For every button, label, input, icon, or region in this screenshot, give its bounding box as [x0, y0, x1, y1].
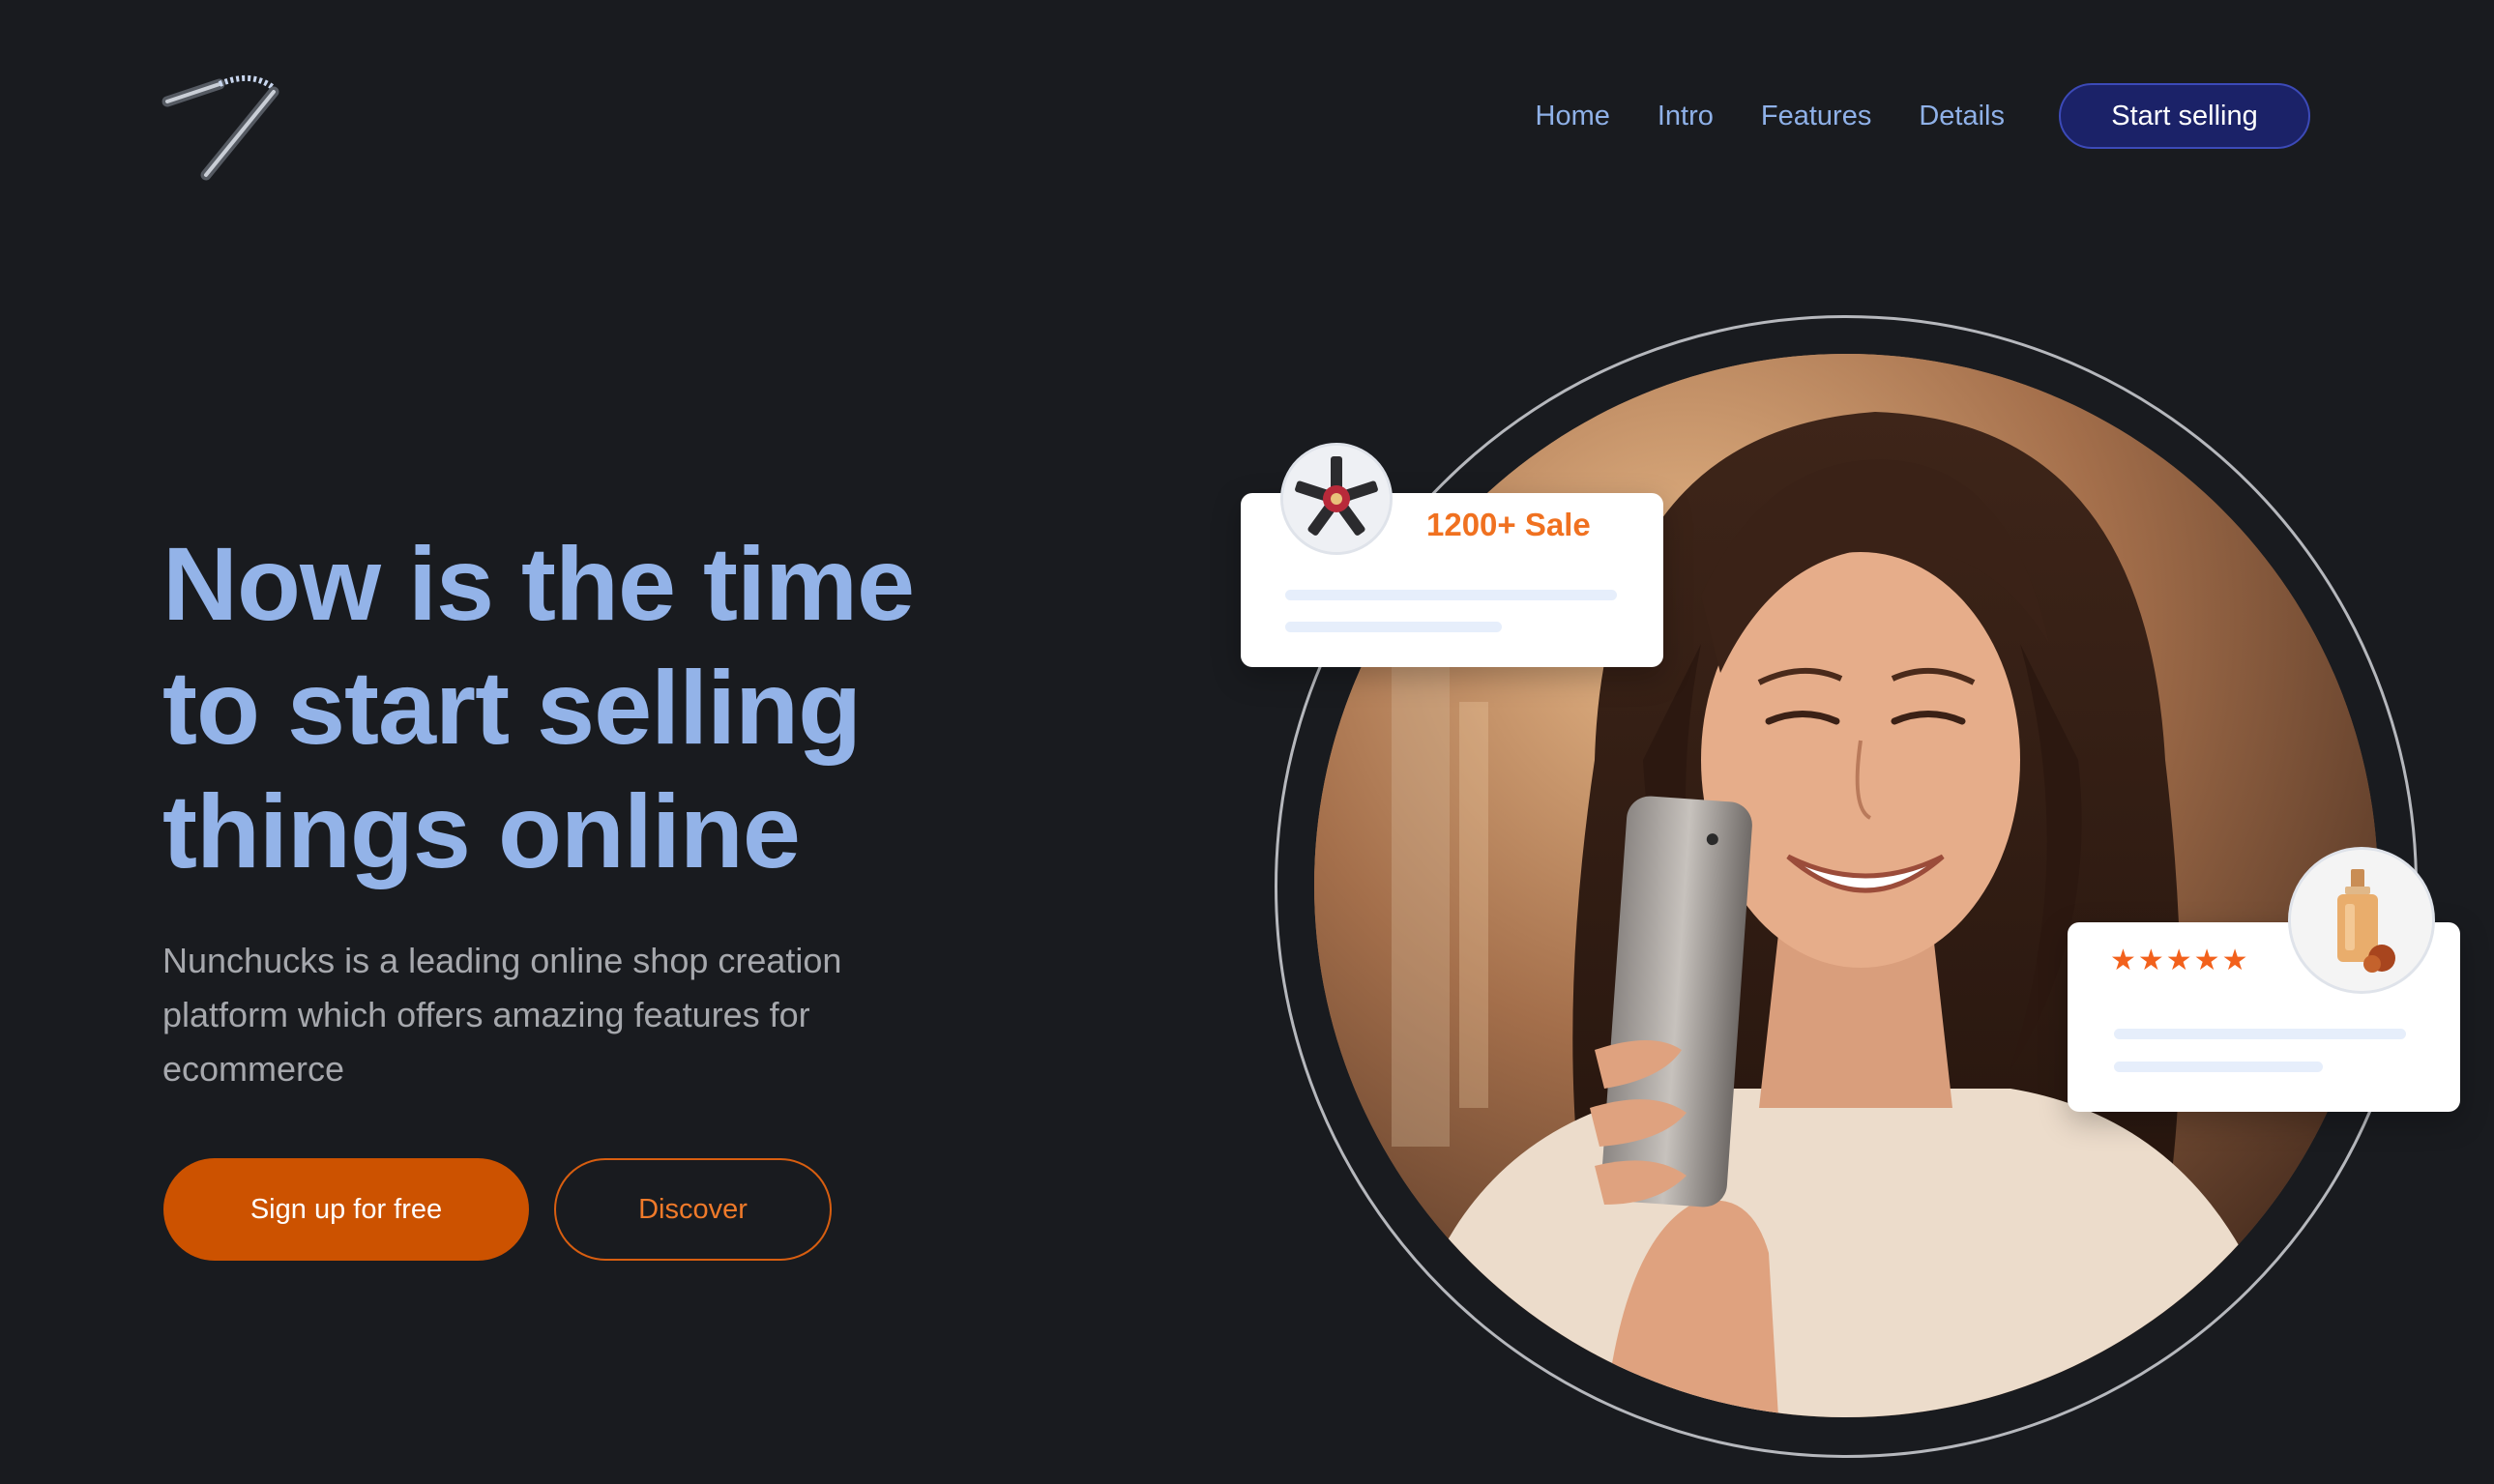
start-selling-button[interactable]: Start selling	[2059, 83, 2310, 149]
perfume-icon	[2291, 850, 2432, 991]
nav-home[interactable]: Home	[1536, 83, 1610, 149]
nav-details[interactable]: Details	[1919, 83, 2005, 149]
sale-count: 1200+ Sale	[1426, 507, 1591, 542]
lipstick-product-thumbnail	[1280, 443, 1393, 555]
perfume-product-thumbnail	[2288, 847, 2435, 994]
nunchucks-icon	[161, 75, 279, 181]
nav-features[interactable]: Features	[1761, 83, 1871, 149]
placeholder-bar	[2114, 1029, 2406, 1039]
nunchucks-logo[interactable]	[160, 63, 314, 189]
sign-up-button[interactable]: Sign up for free	[163, 1158, 529, 1261]
hero-title: Now is the time to start selling things …	[162, 525, 915, 889]
placeholder-bar	[2114, 1062, 2323, 1072]
hero-subtitle: Nunchucks is a leading online shop creat…	[162, 941, 842, 1089]
main-nav: Home Intro Features Details Start sellin…	[1536, 83, 2310, 149]
placeholder-bar	[1285, 590, 1617, 600]
landing-page: Home Intro Features Details Start sellin…	[0, 0, 2494, 1484]
nav-intro[interactable]: Intro	[1658, 83, 1714, 149]
star-rating-icon: ★★★★★	[2110, 944, 2250, 977]
lipstick-icon	[1283, 446, 1390, 552]
placeholder-bar	[1285, 622, 1502, 632]
discover-button[interactable]: Discover	[554, 1158, 832, 1261]
